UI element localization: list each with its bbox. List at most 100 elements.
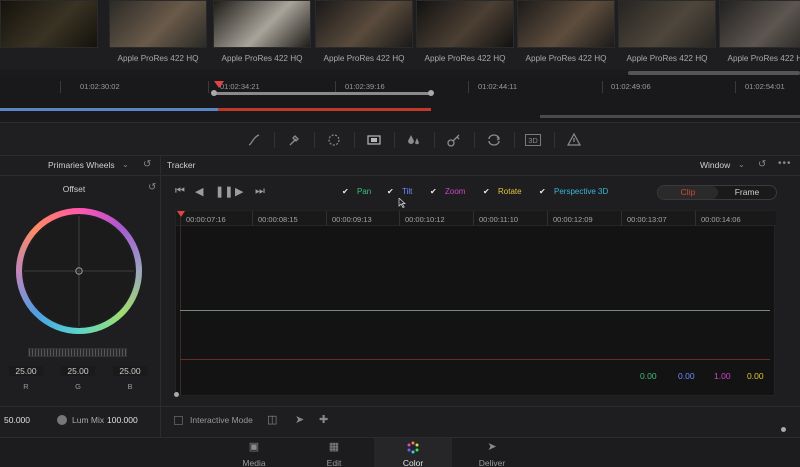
page-deliver-button[interactable]: ➤ Deliver <box>453 438 531 467</box>
graph-timecode: 00:00:13:07 <box>627 215 667 224</box>
wheel-reset-icon[interactable]: ↺ <box>148 182 156 193</box>
range-out-dot[interactable] <box>428 90 434 96</box>
clip-thumbnail[interactable]: Apple ProRes 422 HQ <box>109 0 207 70</box>
ruler-timecode: 01:02:49:06 <box>611 82 651 91</box>
interactive-mode-label: Interactive Mode <box>190 415 253 425</box>
page-media-button[interactable]: ▣ Media <box>215 438 293 467</box>
timeline-track-blue <box>0 108 218 111</box>
frame-mode-button[interactable]: Frame <box>718 186 776 199</box>
channel-label: R <box>23 382 29 391</box>
clip-codec-label: Apple ProRes 422 HQ <box>323 54 405 63</box>
offset-b-value[interactable]: 25.00 <box>113 366 147 376</box>
graph-timecode: 00:00:09:13 <box>332 215 372 224</box>
step-forward-icon[interactable]: ▶ <box>235 185 243 198</box>
clip-range-bar <box>213 92 431 95</box>
ruler-timecode: 01:02:30:02 <box>80 82 120 91</box>
graph-playhead-icon[interactable] <box>177 211 185 217</box>
tracker-title: Tracker <box>167 160 196 170</box>
highlight-icon[interactable] <box>565 131 583 149</box>
lum-mix-label: Lum Mix <box>72 415 105 425</box>
lum-mix-value[interactable]: 100.000 <box>107 415 138 425</box>
clip-thumbnail[interactable]: Apple ProRes 422 HQ <box>517 0 615 70</box>
checkmark-icon: ✔ <box>483 187 490 196</box>
interactive-mode-checkbox[interactable] <box>174 416 183 425</box>
contrast-value[interactable]: 50.000 <box>4 415 30 425</box>
clip-image <box>416 0 514 48</box>
primaries-wheels-panel: Primaries Wheels ⌄ ↺ Offset ↺ 25.00 25.0… <box>0 156 161 437</box>
more-options-icon[interactable]: ••• <box>778 158 792 169</box>
clip-thumbnail-strip: Apple ProRes 422 HQ Apple ProRes 422 HQ … <box>0 0 800 75</box>
track-forward-icon[interactable]: ⏭ <box>255 185 265 198</box>
clip-frame-toggle: Clip Frame <box>657 185 777 200</box>
tracker-mode-dropdown[interactable]: Window <box>700 160 730 170</box>
clip-thumbnail[interactable]: Apple ProRes 422 HQ <box>618 0 716 70</box>
ruler-timecode: 01:02:44:11 <box>478 82 518 91</box>
ruler-timecode: 01:02:54:01 <box>745 82 785 91</box>
tracker-icon[interactable] <box>365 131 383 149</box>
clip-codec-label: Apple ProRes 422 HQ <box>221 54 303 63</box>
clip-image <box>517 0 615 48</box>
checkmark-icon: ✔ <box>342 187 349 196</box>
ruler-timecode: 01:02:39:16 <box>345 82 385 91</box>
clip-image <box>315 0 413 48</box>
track-backward-icon[interactable]: ⏮ <box>175 185 185 198</box>
clip-thumbnail[interactable]: Apple ProRes 422 HQ <box>719 0 800 70</box>
reset-icon[interactable]: ↺ <box>143 159 151 170</box>
zoom-value: 1.00 <box>714 371 731 381</box>
page-edit-button[interactable]: ▦ Edit <box>295 438 373 467</box>
playhead-marker-icon[interactable] <box>214 81 224 88</box>
clip-codec-label: Apple ProRes 422 HQ <box>727 54 800 63</box>
clip-mode-button[interactable]: Clip <box>658 186 718 199</box>
clip-thumbnail[interactable]: Apple ProRes 422 HQ <box>416 0 514 70</box>
sizing-icon[interactable] <box>485 131 503 149</box>
3d-icon[interactable]: 3D <box>525 134 541 146</box>
channel-label: B <box>127 382 133 391</box>
key-icon[interactable] <box>445 131 463 149</box>
wheel-title: Offset <box>62 184 86 194</box>
tracker-panel: Tracker Window ⌄ ↺ ••• ⏮ ◀ ❚❚ ▶ ⏭ ✔ Pan ✔… <box>161 156 800 437</box>
graph-timecode: 00:00:08:15 <box>258 215 298 224</box>
wheels-mode-dropdown[interactable]: Primaries Wheels <box>48 160 115 170</box>
palette-toolbar: 3D <box>0 122 800 156</box>
tracker-reset-icon[interactable]: ↺ <box>758 159 766 170</box>
graph-timecode: 00:00:07:16 <box>186 215 226 224</box>
color-page-icon <box>405 441 421 454</box>
mini-timeline[interactable]: 01:02:30:02 01:02:34:21 01:02:39:16 01:0… <box>0 75 800 120</box>
clip-image <box>213 0 311 48</box>
blur-icon[interactable] <box>405 131 423 149</box>
clip-thumbnail[interactable]: Apple ProRes 422 HQ <box>315 0 413 70</box>
pause-icon[interactable]: ❚❚ <box>215 185 233 198</box>
wheels-bottom-bar: 50.000 Lum Mix 100.000 <box>0 406 161 437</box>
clip-thumbnail[interactable] <box>0 0 98 70</box>
clip-codec-label: Apple ProRes 422 HQ <box>117 54 199 63</box>
graph-zoom-handle[interactable] <box>174 392 179 397</box>
tracker-graph[interactable]: 00:00:07:16 00:00:08:15 00:00:09:13 00:0… <box>175 210 786 432</box>
clip-codec-label: Apple ProRes 422 HQ <box>626 54 708 63</box>
delete-point-icon[interactable]: ✚ <box>319 413 328 426</box>
window-icon[interactable] <box>325 131 343 149</box>
offset-g-value[interactable]: 25.00 <box>61 366 95 376</box>
clip-image <box>109 0 207 48</box>
page-color-button[interactable]: Color <box>374 438 452 467</box>
graph-timecode: 00:00:12:09 <box>553 215 593 224</box>
clip-codec-label: Apple ProRes 422 HQ <box>424 54 506 63</box>
offset-r-value[interactable]: 25.00 <box>9 366 43 376</box>
graph-timecode-ruler[interactable]: 00:00:07:16 00:00:08:15 00:00:09:13 00:0… <box>176 211 776 226</box>
resolve-color-page: { "clips": [ {"label": "", "colors": ["#… <box>0 0 800 467</box>
timeline-track-red <box>218 108 431 111</box>
chevron-down-icon[interactable]: ⌄ <box>738 160 745 169</box>
offset-color-wheel[interactable] <box>14 206 144 336</box>
curves-icon[interactable] <box>245 131 263 149</box>
insert-point-icon[interactable]: ◫ <box>267 413 277 426</box>
rotate-value: 0.00 <box>747 371 764 381</box>
add-point-icon[interactable]: ➤ <box>295 413 304 426</box>
master-wheel-slider[interactable] <box>28 348 127 357</box>
timeline-track-grey <box>540 115 800 118</box>
clip-codec-label: Apple ProRes 422 HQ <box>525 54 607 63</box>
clip-thumbnail[interactable]: Apple ProRes 422 HQ <box>213 0 311 70</box>
qualifier-icon[interactable] <box>285 131 303 149</box>
tilt-value: 0.00 <box>678 371 695 381</box>
step-backward-icon[interactable]: ◀ <box>195 185 203 198</box>
range-in-dot[interactable] <box>211 90 217 96</box>
chevron-down-icon[interactable]: ⌄ <box>122 160 129 169</box>
